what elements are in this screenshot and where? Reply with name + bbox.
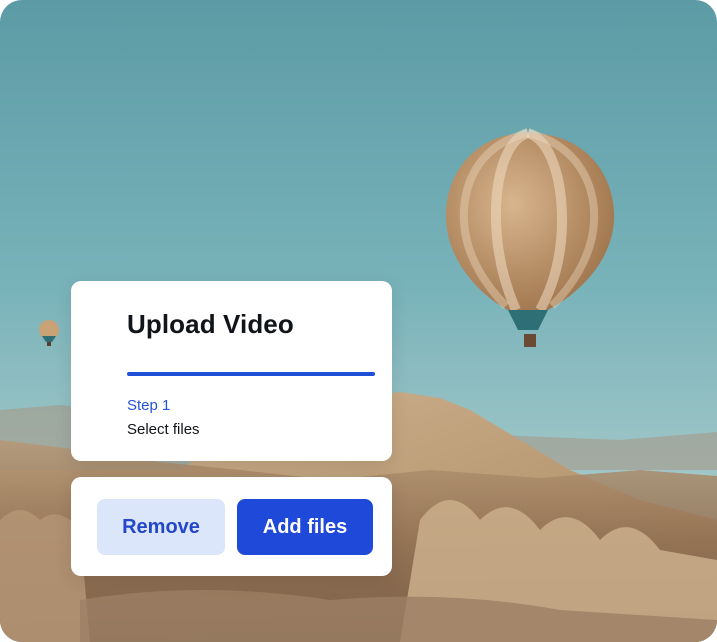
upload-video-card: Upload Video Step 1 Select files <box>71 281 392 461</box>
step-label: Step 1 <box>127 397 171 414</box>
remove-button[interactable]: Remove <box>97 499 225 555</box>
step-description: Select files <box>127 421 200 438</box>
add-files-button[interactable]: Add files <box>237 499 373 555</box>
actions-card: Remove Add files <box>71 477 392 576</box>
upload-title: Upload Video <box>127 309 294 339</box>
upload-progress-bar <box>127 372 375 376</box>
upload-progress-fill <box>127 372 375 376</box>
app-frame: Upload Video Step 1 Select files Remove … <box>0 0 717 642</box>
